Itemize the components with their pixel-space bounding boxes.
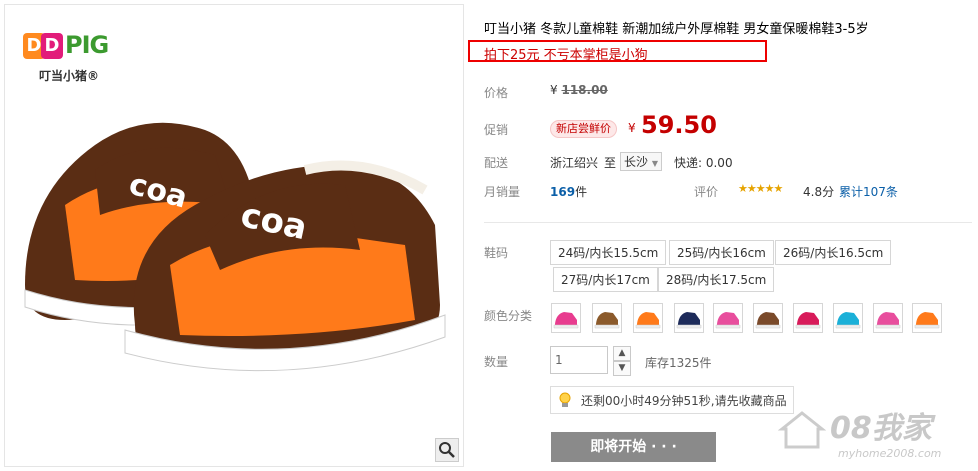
sales-label: 月销量	[484, 185, 521, 199]
brand-letter-d: D	[41, 33, 63, 59]
color-swatch[interactable]	[793, 303, 823, 333]
color-swatch[interactable]	[873, 303, 903, 333]
quantity-increase-button[interactable]: ▲	[613, 346, 631, 361]
product-photo: coa coa	[24, 122, 446, 372]
product-image-panel: D D PIG 叮当小猪® coa coa	[4, 4, 464, 467]
shoe-thumbnail-icon	[755, 312, 781, 329]
promo-label: 促销	[484, 123, 509, 137]
color-label: 颜色分类	[484, 309, 533, 323]
promo-currency: ¥	[628, 121, 636, 135]
express-fee: 快递: 0.00	[674, 156, 733, 170]
color-swatch[interactable]	[713, 303, 743, 333]
quantity-input[interactable]: 1	[550, 346, 608, 374]
size-label: 鞋码	[484, 246, 509, 260]
rating-stars: ★★★★★	[738, 182, 783, 195]
watermark: 08我家 myhome2008.com	[778, 403, 968, 465]
divider	[484, 222, 972, 223]
shoe-thumbnail-icon	[676, 312, 702, 329]
size-option[interactable]: 26码/内长16.5cm	[775, 240, 892, 265]
size-option[interactable]: 24码/内长15.5cm	[550, 240, 667, 265]
brand-wordmark: PIG	[65, 31, 109, 59]
size-option[interactable]: 27码/内长17cm	[553, 267, 658, 292]
countdown-notice: 还剩00小时49分钟51秒,请先收藏商品	[550, 386, 794, 414]
brand-logo: D D PIG 叮当小猪®	[23, 27, 133, 83]
quantity-label: 数量	[484, 355, 509, 369]
shipping-to: 至	[604, 156, 617, 170]
shoe-thumbnail-icon	[835, 312, 861, 329]
color-swatch[interactable]	[592, 303, 622, 333]
watermark-text: 08我家	[830, 411, 932, 446]
shoe-thumbnail-icon	[553, 312, 579, 329]
color-swatch[interactable]	[753, 303, 783, 333]
quantity-decrease-button[interactable]: ▼	[613, 361, 631, 376]
lightbulb-icon	[559, 392, 571, 407]
color-swatch[interactable]	[551, 303, 581, 333]
sales-count: 169件	[550, 185, 588, 199]
destination-select[interactable]: 长沙 ▼	[620, 152, 662, 171]
shoe-thumbnail-icon	[914, 312, 940, 329]
shoe-thumbnail-icon	[715, 312, 741, 329]
shipping-label: 配送	[484, 156, 509, 170]
product-title: 叮当小猪 冬款儿童棉鞋 新潮加绒户外厚棉鞋 男女童保暖棉鞋3-5岁	[484, 22, 869, 37]
rating-label: 评价	[694, 185, 719, 199]
shoe-thumbnail-icon	[594, 312, 620, 329]
shipping-origin: 浙江绍兴	[550, 156, 599, 170]
buy-button[interactable]: 即将开始 · · ·	[551, 432, 716, 462]
shoe-thumbnail-icon	[795, 312, 821, 329]
reviews-link[interactable]: 累计107条	[839, 183, 898, 200]
color-swatch[interactable]	[912, 303, 942, 333]
promo-price: 59.50	[641, 111, 717, 139]
shoe-thumbnail-icon	[635, 312, 661, 329]
watermark-url: myhome2008.com	[838, 447, 942, 460]
stock-count: 库存1325件	[645, 356, 712, 370]
magnifier-icon	[439, 442, 455, 458]
color-swatch[interactable]	[674, 303, 704, 333]
color-swatch[interactable]	[633, 303, 663, 333]
promo-text: 拍下25元 不亏本掌柜是小狗	[484, 48, 648, 63]
size-option[interactable]: 25码/内长16cm	[669, 240, 774, 265]
shoe-thumbnail-icon	[875, 312, 901, 329]
rating-score: 4.8分	[803, 185, 835, 199]
size-option[interactable]: 28码/内长17.5cm	[658, 267, 775, 292]
price-label: 价格	[484, 86, 509, 100]
chevron-down-icon: ▼	[651, 159, 658, 168]
zoom-button[interactable]	[435, 438, 459, 462]
promo-badge: 新店尝鲜价	[550, 120, 617, 138]
house-icon	[778, 411, 826, 449]
promo-box: 拍下25元 不亏本掌柜是小狗	[468, 40, 767, 63]
original-price: ¥ 118.00	[550, 83, 608, 97]
color-swatch[interactable]	[833, 303, 863, 333]
